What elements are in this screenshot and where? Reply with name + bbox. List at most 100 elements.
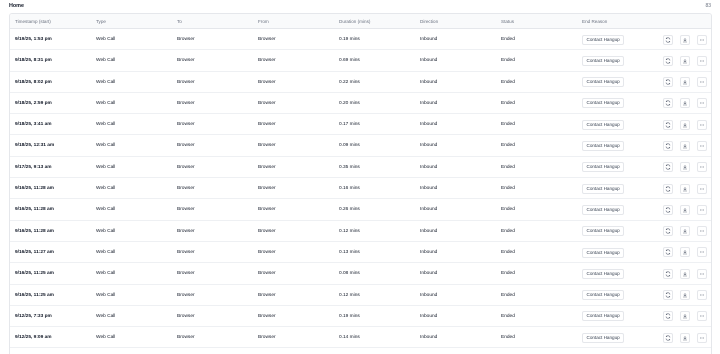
cell-direction: Inbound — [420, 249, 438, 255]
download-button[interactable] — [680, 183, 690, 194]
more-actions-button[interactable] — [697, 34, 707, 45]
cell-direction: Inbound — [420, 164, 438, 170]
end-reason-badge: Contact Hangup — [582, 183, 625, 194]
refresh-icon — [665, 79, 671, 85]
download-button[interactable] — [680, 119, 690, 130]
table-row[interactable]: 9/16/25, 11:28 am Web Call Browser Browser 0… — [10, 178, 711, 200]
download-button[interactable] — [680, 332, 690, 343]
table-row[interactable]: 9/18/25, 3:41 am Web Call Browser Browser 0.… — [10, 114, 711, 136]
refresh-button[interactable] — [663, 247, 673, 258]
cell-duration: 0.20 mins — [339, 100, 360, 106]
download-button[interactable] — [680, 34, 690, 45]
cell-duration: 0.26 mins — [339, 207, 360, 213]
table-row[interactable]: 9/16/25, 11:28 am Web Call Browser Browser 0… — [10, 221, 711, 242]
more-actions-button[interactable] — [697, 119, 707, 130]
more-actions-button[interactable] — [697, 183, 707, 194]
cell-timestamp: 9/16/25, 11:28 am — [15, 186, 54, 192]
download-button[interactable] — [680, 290, 690, 301]
column-header-direction[interactable]: Direction — [420, 14, 438, 29]
download-icon — [682, 186, 688, 192]
cell-to: Browser — [177, 228, 195, 234]
refresh-button[interactable] — [663, 77, 673, 88]
download-button[interactable] — [680, 268, 690, 279]
end-reason-badge: Contact Hangup — [582, 34, 625, 45]
refresh-icon — [665, 143, 671, 149]
more-actions-button[interactable] — [697, 226, 707, 237]
table-row[interactable]: 9/16/25, 11:25 am Web Call Browser Browser 0… — [10, 263, 711, 285]
cell-from: Browser — [258, 186, 276, 192]
column-header-end-reason[interactable]: End Reason — [582, 14, 607, 29]
more-actions-button[interactable] — [697, 290, 707, 301]
more-actions-button[interactable] — [697, 247, 707, 258]
table-row[interactable]: 9/17/25, 9:13 am Web Call Browser Browser 0.… — [10, 157, 711, 179]
cell-to: Browser — [177, 207, 195, 213]
refresh-button[interactable] — [663, 290, 673, 301]
cell-status: Ended — [501, 313, 515, 319]
refresh-button[interactable] — [663, 140, 673, 151]
column-header-to[interactable]: To — [177, 14, 182, 29]
more-actions-button[interactable] — [697, 332, 707, 343]
table-row[interactable]: 9/18/25, 8:31 pm Web Call Browser Browser 0.… — [10, 50, 711, 72]
cell-timestamp: 9/16/25, 11:25 am — [15, 292, 54, 298]
download-button[interactable] — [680, 226, 690, 237]
table-row[interactable] — [10, 348, 711, 354]
refresh-button[interactable] — [663, 332, 673, 343]
more-actions-button[interactable] — [697, 98, 707, 109]
refresh-button[interactable] — [663, 34, 673, 45]
column-header-status[interactable]: Status — [501, 14, 514, 29]
end-reason-badge: Contact Hangup — [582, 290, 625, 301]
column-header-timestamp[interactable]: Timestamp (start) — [15, 14, 51, 29]
table-row[interactable]: 9/18/25, 8:02 pm Web Call Browser Browser 0.… — [10, 72, 711, 93]
download-button[interactable] — [680, 55, 690, 66]
more-actions-button[interactable] — [697, 268, 707, 279]
breadcrumb[interactable]: Home — [9, 3, 24, 9]
cell-status: Ended — [501, 249, 515, 255]
refresh-button[interactable] — [663, 98, 673, 109]
table-row[interactable]: 9/12/25, 9:09 am Web Call Browser Browser 0.… — [10, 327, 711, 349]
table-row[interactable]: 9/16/25, 11:28 am Web Call Browser Browser 0… — [10, 199, 711, 221]
more-actions-button[interactable] — [697, 140, 707, 151]
download-button[interactable] — [680, 311, 690, 322]
more-horizontal-icon — [699, 207, 705, 213]
download-button[interactable] — [680, 162, 690, 173]
download-button[interactable] — [680, 77, 690, 88]
refresh-button[interactable] — [663, 183, 673, 194]
more-horizontal-icon — [699, 164, 705, 170]
more-actions-button[interactable] — [697, 204, 707, 215]
download-button[interactable] — [680, 247, 690, 258]
cell-to: Browser — [177, 100, 195, 106]
table-row[interactable]: 9/18/25, 2:59 pm Web Call Browser Browser 0.… — [10, 93, 711, 115]
more-actions-button[interactable] — [697, 162, 707, 173]
refresh-icon — [665, 100, 671, 106]
refresh-button[interactable] — [663, 311, 673, 322]
more-actions-button[interactable] — [697, 77, 707, 88]
table-row[interactable]: 9/16/25, 11:25 am Web Call Browser Browser 0… — [10, 285, 711, 306]
cell-status: Ended — [501, 292, 515, 298]
refresh-button[interactable] — [663, 268, 673, 279]
refresh-button[interactable] — [663, 226, 673, 237]
refresh-button[interactable] — [663, 162, 673, 173]
table-body: 9/19/25, 1:53 pm Web Call Browser Browser 0.… — [10, 29, 711, 354]
download-button[interactable] — [680, 204, 690, 215]
column-header-from[interactable]: From — [258, 14, 269, 29]
refresh-button[interactable] — [663, 55, 673, 66]
refresh-button[interactable] — [663, 204, 673, 215]
table-row[interactable]: 9/16/25, 11:27 am Web Call Browser Browser 0… — [10, 242, 711, 264]
cell-type: Web Call — [96, 37, 116, 42]
table-row[interactable]: 9/19/25, 1:53 pm Web Call Browser Browser 0.… — [10, 29, 711, 51]
end-reason-badge: Contact Hangup — [582, 311, 625, 322]
more-actions-button[interactable] — [697, 55, 707, 66]
column-header-duration[interactable]: Duration (mins) — [339, 14, 370, 29]
download-button[interactable] — [680, 140, 690, 151]
cell-to: Browser — [177, 271, 195, 277]
download-button[interactable] — [680, 98, 690, 109]
column-header-type[interactable]: Type — [96, 14, 106, 29]
more-actions-button[interactable] — [697, 311, 707, 322]
more-horizontal-icon — [699, 292, 705, 298]
cell-from: Browser — [258, 100, 276, 106]
table-row[interactable]: 9/12/25, 7:33 pm Web Call Browser Browser 0.… — [10, 306, 711, 328]
cell-direction: Inbound — [420, 100, 438, 106]
table-row[interactable]: 9/18/25, 12:31 am Web Call Browser Browser 0… — [10, 135, 711, 157]
more-horizontal-icon — [699, 186, 705, 192]
refresh-button[interactable] — [663, 119, 673, 130]
